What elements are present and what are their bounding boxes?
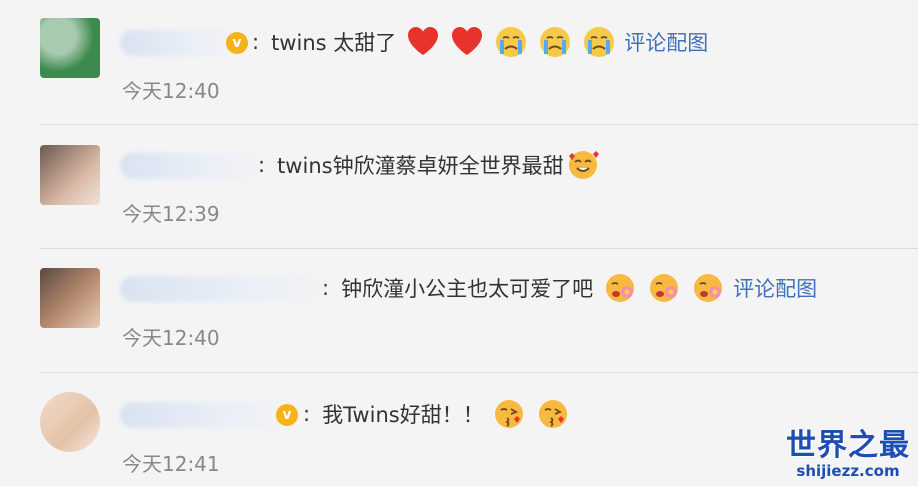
comment-text: 我Twins好甜！！ — [322, 403, 484, 427]
kissing-face-icon — [494, 400, 523, 428]
flower-face-icon — [606, 274, 635, 302]
watermark: 世界之最 shijiezz.com — [786, 420, 910, 480]
comment-text: twins 太甜了 — [271, 31, 397, 55]
flower-face-icon — [694, 274, 723, 302]
divider — [40, 248, 918, 249]
watermark-domain: shijiezz.com — [796, 462, 900, 480]
kissing-face-icon — [538, 400, 567, 428]
avatar[interactable] — [40, 392, 100, 452]
comment-image-link[interactable]: 评论配图 — [733, 273, 817, 303]
username-blurred[interactable] — [120, 276, 320, 302]
comment-colon: : — [252, 30, 260, 54]
red-heart-icon — [408, 27, 439, 55]
username-blurred[interactable] — [120, 30, 238, 56]
username-blurred[interactable] — [120, 153, 258, 179]
verified-badge-icon: v — [276, 404, 298, 426]
red-heart-icon — [452, 27, 483, 55]
divider — [40, 124, 918, 125]
comment-colon: : — [258, 153, 266, 177]
crying-face-icon — [540, 27, 571, 57]
watermark-title: 世界之最 — [786, 428, 910, 463]
verified-badge-icon: v — [226, 32, 248, 54]
username-blurred[interactable] — [120, 402, 288, 428]
flower-face-icon — [650, 274, 679, 302]
avatar[interactable] — [40, 145, 100, 205]
comment-colon: : — [322, 276, 330, 300]
crying-face-icon — [496, 27, 527, 57]
comment-time: 今天12:40 — [122, 79, 220, 103]
divider — [40, 372, 918, 373]
comment-time: 今天12:40 — [122, 326, 220, 350]
smiling-face-with-hearts-icon — [568, 151, 599, 179]
comment-image-link[interactable]: 评论配图 — [624, 27, 708, 57]
comment-text: 钟欣潼小公主也太可爱了吧 — [341, 277, 594, 301]
comment-colon: : — [303, 402, 311, 426]
comment-time: 今天12:41 — [122, 452, 220, 476]
comment-time: 今天12:39 — [122, 202, 220, 226]
avatar[interactable] — [40, 18, 100, 78]
comment-text: twins钟欣潼蔡卓妍全世界最甜 — [277, 154, 564, 178]
avatar[interactable] — [40, 268, 100, 328]
crying-face-icon — [584, 27, 615, 57]
